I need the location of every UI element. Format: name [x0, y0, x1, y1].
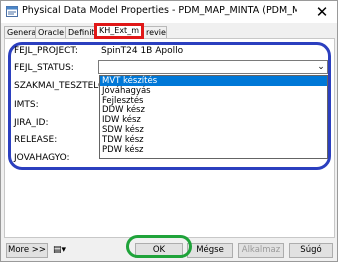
tab-preview[interactable]: review — [143, 26, 167, 38]
status-option[interactable]: IDW kész — [100, 115, 327, 125]
label-release: RELEASE: — [14, 135, 58, 145]
properties-menu-icon[interactable]: ▤▾ — [53, 243, 66, 257]
label-imts: IMTS: — [14, 100, 39, 110]
highlight-ring-green — [126, 235, 192, 258]
fejl-status-combobox[interactable]: ⌄ — [98, 60, 328, 74]
status-option[interactable]: TDW kész — [100, 135, 327, 145]
cancel-button[interactable]: Mégse — [187, 243, 233, 258]
tab-oracle[interactable]: Oracle — [35, 26, 66, 38]
tab-content-panel: FEJL_PROJECT: SpinT24 1B Apollo FEJL_STA… — [4, 38, 335, 238]
tab-general[interactable]: General — [4, 26, 36, 38]
status-option[interactable]: Fejlesztés — [100, 96, 327, 106]
label-fejl-project: FEJL_PROJECT: — [14, 46, 78, 56]
window-title: Physical Data Model Properties - PDM_MAP… — [22, 5, 297, 16]
data-model-icon — [6, 6, 18, 17]
label-jovahagyo: JOVAHAGYO: — [14, 153, 70, 163]
label-szakmai-tesztelo: SZAKMAI_TESZTELO: — [14, 81, 108, 91]
properties-dialog: Physical Data Model Properties - PDM_MAP… — [0, 0, 338, 262]
label-fejl-status: FEJL_STATUS: — [14, 63, 74, 73]
status-option[interactable]: SDW kész — [100, 125, 327, 135]
status-option[interactable]: MVT készítés — [100, 76, 327, 86]
tab-kh-ext-m[interactable]: KH_Ext_m — [94, 23, 144, 39]
label-jira-id: JIRA_ID: — [14, 118, 49, 128]
chevron-down-icon[interactable]: ⌄ — [315, 61, 327, 73]
help-button[interactable]: Súgó — [289, 243, 333, 258]
status-option[interactable]: Jóváhagyás — [100, 86, 327, 96]
tab-strip: General Oracle Definition KH_Ext_m revie… — [4, 23, 334, 39]
value-fejl-project: SpinT24 1B Apollo — [101, 46, 184, 56]
more-button[interactable]: More >> — [6, 243, 48, 258]
close-icon[interactable]: ✕ — [313, 3, 331, 21]
title-bar: Physical Data Model Properties - PDM_MAP… — [1, 1, 337, 23]
status-option[interactable]: DDW kész — [100, 105, 327, 115]
status-option[interactable]: PDW kész — [100, 145, 327, 155]
status-dropdown-list: MVT készítés Jóváhagyás Fejlesztés DDW k… — [99, 75, 328, 159]
apply-button[interactable]: Alkalmaz — [238, 243, 284, 258]
